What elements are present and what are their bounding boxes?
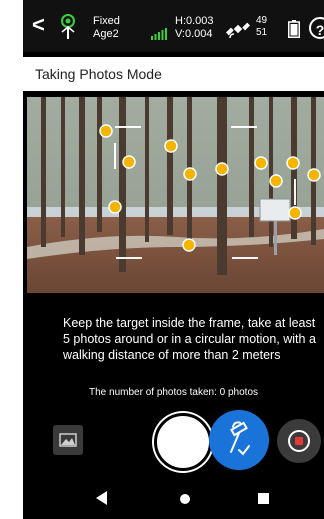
satellite-counts: 49 51: [256, 15, 267, 39]
rtk-measure-button[interactable]: [209, 410, 269, 470]
page-title: Taking Photos Mode: [35, 66, 162, 82]
shutter-button[interactable]: [154, 413, 212, 471]
feature-point: [288, 206, 302, 220]
camera-preview: [27, 97, 324, 293]
nav-recent-icon[interactable]: [258, 493, 269, 504]
rtk-pole-check-icon: [230, 421, 250, 456]
feature-point: [254, 156, 268, 170]
feature-point: [182, 238, 196, 252]
gnss-antenna-icon: [61, 14, 75, 39]
title-bar: Taking Photos Mode: [23, 57, 324, 91]
phone-screen: < Fixed Age2 H:0.003 V:0.004 49 51 ? Tak…: [23, 0, 324, 519]
feature-point: [99, 124, 113, 138]
age-value: Age2: [93, 28, 119, 40]
instruction-text: Keep the target inside the frame, take a…: [63, 316, 316, 362]
satellites-used: 49: [256, 15, 268, 26]
nav-home-icon[interactable]: [180, 494, 190, 504]
system-nav-bar: [23, 480, 324, 519]
feature-point: [269, 174, 283, 188]
fix-status: Fixed: [93, 15, 120, 27]
back-button[interactable]: <: [32, 14, 45, 36]
fix-info: Fixed Age2: [93, 15, 120, 41]
satellite-icon: [226, 22, 250, 39]
feature-point: [122, 155, 136, 169]
status-bar: < Fixed Age2 H:0.003 V:0.004 49 51 ?: [23, 0, 324, 52]
feature-point: [307, 168, 321, 182]
record-button[interactable]: [277, 419, 321, 463]
feature-point: [286, 156, 300, 170]
gallery-button[interactable]: [53, 425, 83, 455]
signal-bars-icon: [151, 28, 167, 40]
record-icon: [288, 430, 310, 452]
record-dot: [295, 437, 303, 445]
camera-scene: [27, 97, 324, 293]
feature-point: [108, 200, 122, 214]
gallery-icon: [59, 433, 77, 447]
nav-back-icon[interactable]: [96, 491, 108, 505]
feature-point: [164, 139, 178, 153]
h-precision: H:0.003: [175, 15, 214, 27]
feature-point: [215, 162, 229, 176]
feature-point: [183, 167, 197, 181]
precision-info: H:0.003 V:0.004: [175, 15, 214, 41]
help-icon[interactable]: ?: [309, 17, 324, 39]
photo-count: The number of photos taken: 0 photos: [89, 387, 258, 398]
v-precision: V:0.004: [175, 28, 213, 40]
satellites-tracked: 51: [256, 27, 268, 38]
battery-icon: [288, 20, 300, 38]
